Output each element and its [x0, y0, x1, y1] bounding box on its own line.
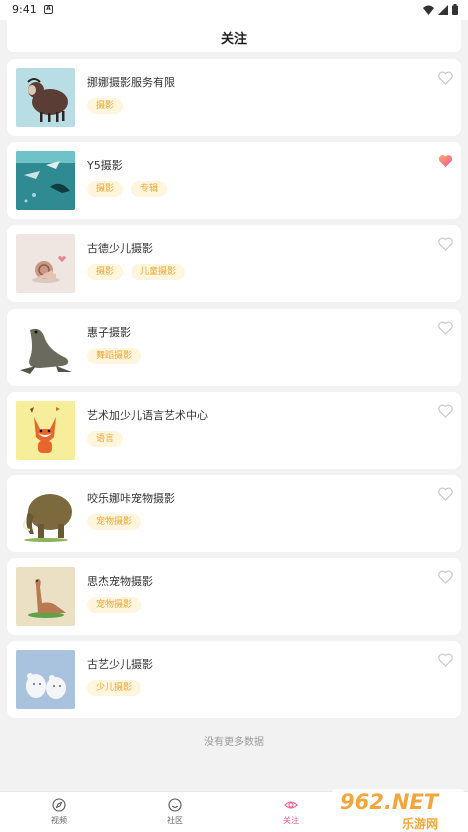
avatar [16, 401, 75, 460]
wifi-icon [423, 5, 434, 15]
tag: 宠物摄影 [87, 514, 142, 530]
avatar [16, 151, 75, 210]
avatar [16, 650, 75, 709]
follow-card[interactable]: 艺术加少儿语言艺术中心 语言 [7, 392, 461, 469]
tag: 语言 [87, 431, 124, 447]
battery-icon [452, 4, 458, 15]
page-header: 关注 [7, 20, 461, 52]
account-name: 思杰宠物摄影 [87, 575, 153, 588]
signal-icon [438, 4, 448, 15]
avatar [16, 68, 75, 127]
bears-illustration [16, 650, 75, 709]
tag-list: 宠物摄影 [87, 597, 142, 613]
no-more-data-text: 没有更多数据 [204, 737, 264, 748]
account-name: 艺术加少儿语言艺术中心 [87, 409, 208, 422]
status-time: 9:41 [12, 3, 37, 16]
tag-list: 语言 [87, 431, 124, 447]
tag-list: 摄影 [87, 98, 124, 114]
eye-icon [284, 801, 298, 809]
sheep-illustration [16, 68, 75, 127]
tag: 儿童摄影 [131, 264, 186, 280]
heart-outline-icon[interactable] [438, 653, 453, 667]
account-name: 惠子摄影 [87, 326, 131, 339]
compass-icon [52, 798, 66, 812]
heart-outline-icon[interactable] [438, 237, 453, 251]
tag: 宠物摄影 [87, 597, 142, 613]
heart-outline-icon[interactable] [438, 570, 453, 584]
follow-card[interactable]: Y5摄影 摄影 专辑 [7, 142, 461, 219]
tag: 专辑 [131, 181, 168, 197]
heart-outline-icon[interactable] [438, 487, 453, 501]
tag: 摄影 [87, 264, 124, 280]
follow-card[interactable]: 惠子摄影 舞蹈摄影 [7, 309, 461, 386]
status-icons [423, 4, 458, 15]
heart-outline-icon[interactable] [438, 71, 453, 85]
account-name: 古艺少儿摄影 [87, 658, 153, 671]
account-name: 古德少儿摄影 [87, 242, 153, 255]
avatar [16, 318, 75, 377]
tag: 摄影 [87, 98, 124, 114]
status-bar: 9:41 A [0, 0, 468, 20]
snail-illustration [16, 234, 75, 293]
tag-list: 摄影 专辑 [87, 181, 168, 197]
tag-list: 摄影 儿童摄影 [87, 264, 186, 280]
ocean-illustration [16, 151, 75, 210]
follow-card[interactable]: 咬乐娜咔宠物摄影 宠物摄影 [7, 475, 461, 552]
tab-label: 社区 [167, 816, 183, 825]
tab-label: 关注 [283, 816, 299, 825]
avatar [16, 567, 75, 626]
tag-list: 宠物摄影 [87, 514, 142, 530]
tab-video[interactable]: 视频 [19, 792, 99, 832]
heart-filled-icon[interactable] [438, 154, 453, 168]
follow-card[interactable]: 古德少儿摄影 摄影 儿童摄影 [7, 225, 461, 302]
tag: 少儿摄影 [87, 680, 142, 696]
follow-card[interactable]: 古艺少儿摄影 少儿摄影 [7, 641, 461, 718]
heart-outline-icon[interactable] [438, 404, 453, 418]
account-name: 挪娜摄影服务有限 [87, 76, 175, 89]
account-name: 咬乐娜咔宠物摄影 [87, 492, 175, 505]
svg-text:962.NET: 962.NET [340, 790, 440, 814]
avatar [16, 234, 75, 293]
tag-list: 舞蹈摄影 [87, 348, 142, 364]
smile-icon [168, 798, 182, 812]
avatar [16, 484, 75, 543]
mammoth-illustration [16, 484, 75, 543]
follow-card[interactable]: 挪娜摄影服务有限 摄影 [7, 59, 461, 136]
follow-card[interactable]: 思杰宠物摄影 宠物摄影 [7, 558, 461, 635]
notification-icon: A [44, 5, 53, 14]
account-name: Y5摄影 [87, 159, 123, 172]
tab-label: 视频 [51, 816, 67, 825]
heart-outline-icon[interactable] [438, 321, 453, 335]
tab-follow[interactable]: 关注 [251, 792, 331, 832]
tag: 舞蹈摄影 [87, 348, 142, 364]
watermark-logo: 962.NET 乐游网 [332, 789, 464, 832]
tag-list: 少儿摄影 [87, 680, 142, 696]
sea-lion-illustration [16, 318, 75, 377]
fox-illustration [16, 401, 75, 460]
svg-text:乐游网: 乐游网 [402, 816, 438, 831]
dinosaur-illustration [16, 567, 75, 626]
tab-community[interactable]: 社区 [135, 792, 215, 832]
page-title: 关注 [220, 32, 247, 47]
tag: 摄影 [87, 181, 124, 197]
